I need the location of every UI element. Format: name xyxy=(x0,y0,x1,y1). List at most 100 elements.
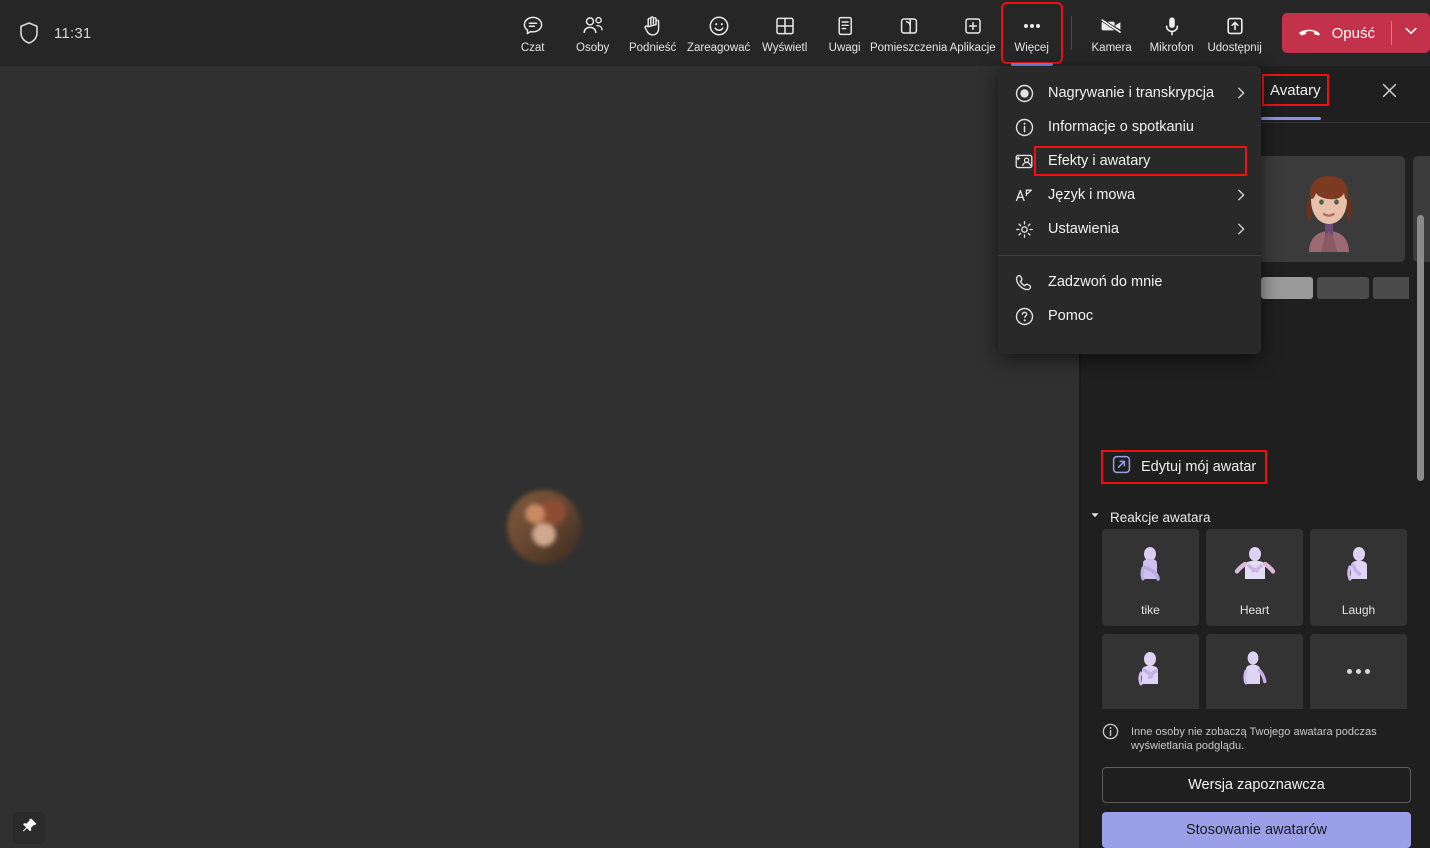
participant-video-avatar xyxy=(507,490,581,564)
toolbar-button-microphone[interactable]: Mikrofon xyxy=(1142,4,1202,62)
panel-scrollbar-thumb[interactable] xyxy=(1417,215,1424,481)
toolbar-label: Pomieszczenia xyxy=(869,41,948,54)
preview-note: Inne osoby nie zobaczą Twojego awatara p… xyxy=(1102,709,1411,753)
reaction-label: tike xyxy=(1141,603,1160,617)
menu-item-language-and-speech[interactable]: Język i mowa xyxy=(998,178,1261,212)
close-icon xyxy=(1379,80,1400,106)
tab-avatары[interactable]: Avatary xyxy=(1262,74,1329,106)
menu-item-recording[interactable]: Nagrywanie i transkrypcja xyxy=(998,76,1261,110)
toolbar-button-chat[interactable]: Czat xyxy=(503,4,563,62)
edit-my-avatar-button[interactable]: Edytuj mój awatar xyxy=(1100,450,1268,484)
reaction-like[interactable]: tike xyxy=(1102,529,1199,626)
breakout-rooms-icon xyxy=(897,13,921,39)
hangup-phone-icon xyxy=(1296,23,1322,44)
avatar-illustration xyxy=(1306,176,1352,252)
reaction-label: Heart xyxy=(1239,603,1270,617)
avatar-reactions-label: Reakcje awatara xyxy=(1110,509,1211,525)
menu-item-label: Język i mowa xyxy=(1048,187,1136,203)
tab-active-indicator xyxy=(1261,117,1321,120)
pin-icon xyxy=(21,817,38,839)
chevron-right-icon xyxy=(1233,85,1249,101)
avatar-thumbnail[interactable] xyxy=(1317,277,1369,299)
avatar-thumbnail[interactable] xyxy=(1373,277,1409,299)
panel-tab-label: Avatary xyxy=(1270,81,1321,99)
toolbar-button-view[interactable]: Wyświetl xyxy=(755,4,815,62)
more-options-menu: Nagrywanie i transkrypcja Informacje o s… xyxy=(998,66,1261,354)
phone-icon xyxy=(1014,273,1034,292)
meeting-toolbar: 11:31 Czat Osoby Podnieść Zareagować Wyś… xyxy=(0,0,1430,66)
toolbar-button-notes[interactable]: Uwagi xyxy=(815,4,875,62)
toolbar-actions: Czat Osoby Podnieść Zareagować Wyświetl … xyxy=(503,0,1430,66)
toolbar-divider xyxy=(1070,16,1072,50)
avatar-thumbnail[interactable] xyxy=(1261,277,1313,299)
toolbar-button-share[interactable]: Udostępnij xyxy=(1202,4,1268,62)
pin-button[interactable] xyxy=(13,812,45,844)
reaction-show-all[interactable]: Pokaż wszystko xyxy=(1310,634,1407,709)
record-circle-icon xyxy=(1014,84,1034,103)
menu-item-settings[interactable]: Ustawienia xyxy=(998,212,1261,246)
avatar-reactions-grid: tike Heart Laugh xyxy=(1102,529,1414,709)
reaction-applaud[interactable]: Applaud xyxy=(1102,634,1199,709)
info-circle-icon xyxy=(1014,118,1034,137)
leave-options-button[interactable] xyxy=(1392,13,1430,53)
reaction-surprise[interactable]: Surprise xyxy=(1206,634,1303,709)
toolbar-button-raise-hand[interactable]: Podnieść xyxy=(623,4,683,62)
leave-meeting-button[interactable]: Opuść xyxy=(1281,13,1430,53)
menu-item-effects-and-avatars[interactable]: Efekty i awatary xyxy=(998,144,1261,178)
chevron-down-icon xyxy=(1402,22,1420,45)
toolbar-button-react[interactable]: Zareagować xyxy=(683,4,755,62)
info-circle-icon xyxy=(1102,723,1119,745)
effects-avatar-icon xyxy=(1014,152,1034,171)
avatar-laugh-icon xyxy=(1310,529,1407,604)
reaction-laugh[interactable]: Laugh xyxy=(1310,529,1407,626)
camera-off-icon xyxy=(1098,13,1126,39)
toolbar-label: Zareagować xyxy=(686,41,751,54)
menu-item-help[interactable]: Pomoc xyxy=(998,299,1261,333)
emoji-icon xyxy=(707,13,731,39)
menu-item-meeting-info[interactable]: Informacje o spotkaniu xyxy=(998,110,1261,144)
toolbar-label: Kamera xyxy=(1091,41,1132,54)
more-ellipsis-icon xyxy=(1310,634,1407,709)
toolbar-label: Podnieść xyxy=(628,41,677,54)
toolbar-left-group: 11:31 xyxy=(0,21,493,45)
more-ellipsis-icon xyxy=(1019,13,1045,39)
open-external-icon xyxy=(1112,455,1131,479)
apply-avatars-button[interactable]: Stosowanie awatarów xyxy=(1102,812,1411,848)
leave-main-action[interactable]: Opuść xyxy=(1282,13,1391,53)
avatar-reactions-section-header[interactable]: Reakcje awatara xyxy=(1089,508,1211,526)
toolbar-label: Mikrofon xyxy=(1149,41,1194,54)
avatar-heart-icon xyxy=(1206,529,1303,604)
toolbar-button-camera[interactable]: Kamera xyxy=(1082,4,1142,62)
meeting-timer: 11:31 xyxy=(54,24,92,42)
toolbar-button-rooms[interactable]: Pomieszczenia xyxy=(870,4,947,62)
gear-icon xyxy=(1014,220,1034,239)
avatar-applaud-icon xyxy=(1102,634,1199,709)
menu-item-label: Nagrywanie i transkrypcja xyxy=(1048,85,1215,101)
toolbar-label: Uwagi xyxy=(828,41,861,54)
toolbar-label: Wyświetl xyxy=(762,41,808,54)
toolbar-button-apps[interactable]: Aplikacje xyxy=(943,4,1003,62)
people-icon xyxy=(580,13,606,39)
chevron-right-icon xyxy=(1233,221,1249,237)
menu-item-label: Ustawienia xyxy=(1048,221,1119,237)
reaction-heart[interactable]: Heart xyxy=(1206,529,1303,626)
menu-item-label: Efekty i awatary xyxy=(1048,153,1151,169)
share-screen-icon xyxy=(1223,13,1247,39)
menu-item-call-me[interactable]: Zadzwoń do mnie xyxy=(998,265,1261,299)
close-panel-button[interactable] xyxy=(1374,78,1404,108)
teams-meeting-window: 11:31 Czat Osoby Podnieść Zareagować Wyś… xyxy=(0,0,1430,848)
avatar-card-selected[interactable] xyxy=(1253,156,1405,262)
toolbar-label: Więcej xyxy=(1014,41,1049,54)
raise-hand-icon xyxy=(642,13,664,39)
menu-separator xyxy=(998,255,1261,256)
microphone-icon xyxy=(1162,13,1182,39)
toolbar-label: Udostępnij xyxy=(1207,41,1262,54)
toolbar-button-more[interactable]: Więcej xyxy=(1000,2,1063,66)
meeting-stage xyxy=(0,66,1081,848)
chat-icon xyxy=(521,13,545,39)
avatar-surprise-icon xyxy=(1206,634,1303,709)
preview-button[interactable]: Wersja zapoznawcza xyxy=(1102,767,1411,803)
avatar-like-icon xyxy=(1102,529,1199,604)
menu-item-label: Zadzwoń do mnie xyxy=(1048,274,1163,290)
toolbar-button-people[interactable]: Osoby xyxy=(563,4,623,62)
